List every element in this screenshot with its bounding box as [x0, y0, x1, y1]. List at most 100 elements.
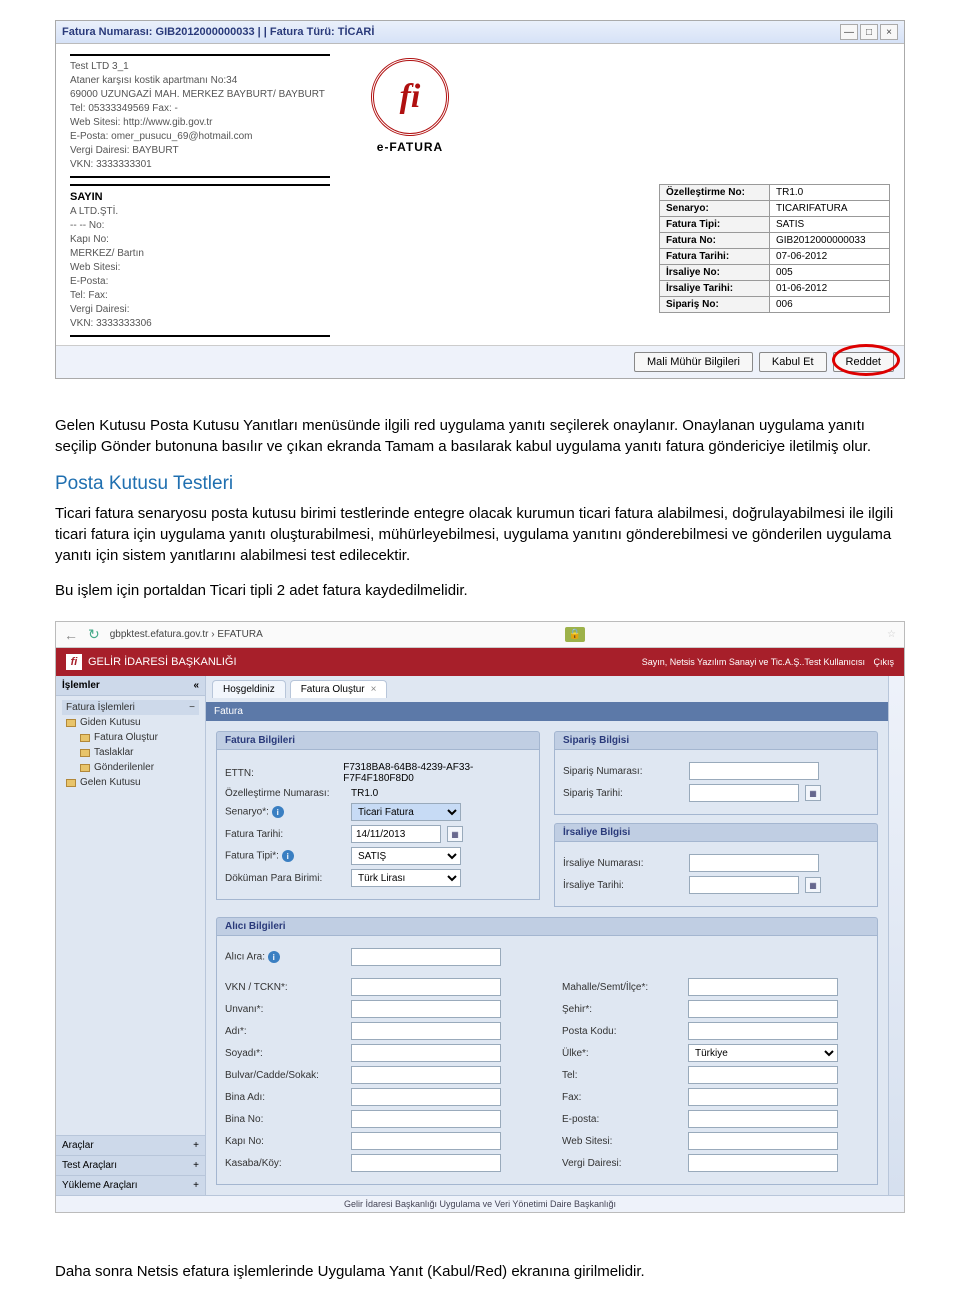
kabul-et-button[interactable]: Kabul Et: [759, 352, 827, 372]
alici-field-input[interactable]: [351, 1022, 501, 1040]
recipient-tel: Tel: Fax:: [70, 289, 330, 303]
reload-icon[interactable]: ↻: [88, 626, 100, 643]
sidebar-item-label: Gönderilenler: [94, 762, 154, 773]
alici-field-input[interactable]: [688, 1154, 838, 1172]
url-text: gbpktest.efatura.gov.tr › EFATURA: [110, 629, 263, 640]
star-icon[interactable]: ☆: [887, 629, 896, 640]
sender-web: Web Sitesi: http://www.gib.gov.tr: [70, 116, 330, 130]
alici-field-label: Kapı No:: [225, 1136, 345, 1147]
info-icon[interactable]: i: [272, 806, 284, 818]
invoice-meta-table: Özelleştirme No:TR1.0Senaryo:TICARIFATUR…: [659, 184, 890, 313]
sidebar-item[interactable]: Taslaklar: [62, 745, 199, 760]
reddet-button[interactable]: Reddet: [833, 352, 894, 372]
calendar-icon[interactable]: ▦: [805, 785, 821, 801]
heading-posta-kutusu: Posta Kutusu Testleri: [55, 473, 905, 495]
alici-field-input[interactable]: [688, 1088, 838, 1106]
alici-field-input[interactable]: [688, 978, 838, 996]
alici-field-input[interactable]: [688, 1110, 838, 1128]
sidebar-group-header[interactable]: Fatura İşlemleri −: [62, 700, 199, 715]
sidebar-bottom-label: Test Araçları: [62, 1160, 117, 1171]
folder-icon: [66, 779, 76, 787]
alici-field-input[interactable]: [351, 1088, 501, 1106]
sidebar-item-label: Giden Kutusu: [80, 717, 141, 728]
siparis-no-input[interactable]: [689, 762, 819, 780]
alici-field-input[interactable]: [688, 1132, 838, 1150]
collapse-icon[interactable]: «: [193, 680, 199, 691]
alici-field-input[interactable]: [688, 1000, 838, 1018]
alici-field-label: Bina Adı:: [225, 1092, 345, 1103]
back-icon[interactable]: ←: [64, 627, 78, 643]
fieldset-irsaliye: İrsaliye Numarası: İrsaliye Tarihi:▦: [554, 842, 878, 907]
meta-value: 01-06-2012: [770, 281, 890, 297]
tab-fatura-olustur[interactable]: Fatura Oluştur×: [290, 680, 388, 698]
plus-icon[interactable]: +: [193, 1160, 199, 1171]
irsaliye-tarihi-input[interactable]: [689, 876, 799, 894]
alici-field-input[interactable]: [351, 1044, 501, 1062]
plus-icon[interactable]: +: [193, 1140, 199, 1151]
meta-key: Senaryo:: [660, 201, 770, 217]
tab-hosgeldiniz[interactable]: Hoşgeldiniz: [212, 680, 286, 698]
sidebar: İşlemler « Fatura İşlemleri − Giden Kutu…: [56, 676, 206, 1195]
alici-field-input[interactable]: [688, 1066, 838, 1084]
irsaliye-tarihi-label: İrsaliye Tarihi:: [563, 880, 683, 891]
meta-key: İrsaliye No:: [660, 265, 770, 281]
sidebar-item[interactable]: Gelen Kutusu: [62, 775, 199, 790]
calendar-icon[interactable]: ▦: [805, 877, 821, 893]
browser-addressbar: ← ↻ gbpktest.efatura.gov.tr › EFATURA 🔒 …: [56, 622, 904, 648]
minus-icon[interactable]: −: [189, 702, 195, 713]
senaryo-label: Senaryo*: i: [225, 806, 345, 818]
fatura-tarihi-label: Fatura Tarihi:: [225, 829, 345, 840]
info-icon[interactable]: i: [268, 951, 280, 963]
alici-field-label: Posta Kodu:: [562, 1026, 682, 1037]
folder-icon: [80, 749, 90, 757]
sidebar-item-label: Taslaklar: [94, 747, 133, 758]
sidebar-bottom-item[interactable]: Yükleme Araçları+: [56, 1175, 205, 1195]
alici-field-input[interactable]: [351, 1066, 501, 1084]
alici-ara-label: Alıcı Ara: i: [225, 951, 345, 963]
siparis-tarihi-input[interactable]: [689, 784, 799, 802]
senaryo-select[interactable]: Ticari Fatura: [351, 803, 461, 821]
user-text: Sayın, Netsis Yazılım Sanayi ve Tic.A.Ş.…: [642, 657, 865, 667]
sidebar-item-label: Gelen Kutusu: [80, 777, 141, 788]
meta-key: Özelleştirme No:: [660, 185, 770, 201]
action-bar: Mali Mühür Bilgileri Kabul Et Reddet: [56, 345, 904, 378]
siparis-no-label: Sipariş Numarası:: [563, 766, 683, 777]
vertical-scrollbar[interactable]: [888, 676, 904, 1195]
alici-field-input[interactable]: [351, 1154, 501, 1172]
ulke-select[interactable]: Türkiye: [688, 1044, 838, 1062]
alici-field-input[interactable]: [351, 1000, 501, 1018]
efatura-label: e-FATURA: [350, 140, 470, 154]
sidebar-group-label: Fatura İşlemleri: [66, 702, 135, 713]
ettn-value: F7318BA8-64B8-4239-AF33-F7F4F180F8D0: [343, 762, 531, 784]
plus-icon[interactable]: +: [193, 1180, 199, 1191]
alici-field-label: Web Sitesi:: [562, 1136, 682, 1147]
recipient-vkn: VKN: 3333333306: [70, 317, 330, 331]
sidebar-item[interactable]: Fatura Oluştur: [62, 730, 199, 745]
close-button[interactable]: ×: [880, 24, 898, 40]
alici-field-input[interactable]: [351, 1132, 501, 1150]
sidebar-bottom-item[interactable]: Test Araçları +: [56, 1155, 205, 1175]
mali-muhur-button[interactable]: Mali Mühür Bilgileri: [634, 352, 753, 372]
maximize-button[interactable]: □: [860, 24, 878, 40]
logout-link[interactable]: Çıkış: [873, 657, 894, 667]
alici-field-input[interactable]: [351, 978, 501, 996]
para-birimi-select[interactable]: Türk Lirası: [351, 869, 461, 887]
info-icon[interactable]: i: [282, 850, 294, 862]
calendar-icon[interactable]: ▦: [447, 826, 463, 842]
tab-close-icon[interactable]: ×: [371, 684, 377, 695]
minimize-button[interactable]: —: [840, 24, 858, 40]
ettn-label: ETTN:: [225, 768, 337, 779]
alici-field-label: Bulvar/Cadde/Sokak:: [225, 1070, 345, 1081]
sidebar-item[interactable]: Gönderilenler: [62, 760, 199, 775]
gib-logo-icon: fi: [371, 58, 449, 136]
sidebar-bottom-item[interactable]: Araçlar+: [56, 1135, 205, 1155]
alici-field-input[interactable]: [688, 1022, 838, 1040]
fatura-tarihi-input[interactable]: [351, 825, 441, 843]
para-birimi-label: Döküman Para Birimi:: [225, 873, 345, 884]
alici-field-input[interactable]: [351, 1110, 501, 1128]
fieldset-irsaliye-title: İrsaliye Bilgisi: [554, 823, 878, 842]
sidebar-item[interactable]: Giden Kutusu: [62, 715, 199, 730]
alici-ara-input[interactable]: [351, 948, 501, 966]
fatura-tipi-select[interactable]: SATIŞ: [351, 847, 461, 865]
irsaliye-no-input[interactable]: [689, 854, 819, 872]
